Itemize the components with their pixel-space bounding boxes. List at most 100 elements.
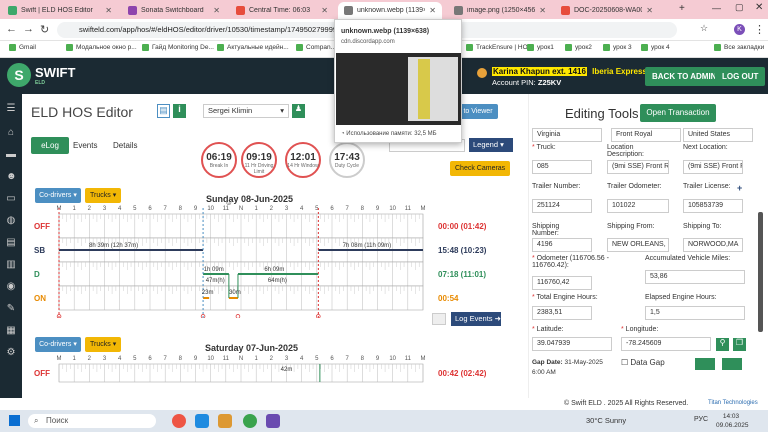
browser-tab[interactable]: image.png (1250×456) ✕	[448, 2, 552, 19]
field-input[interactable]: 2383,51	[532, 306, 592, 320]
add-trailer-icon[interactable]: +	[737, 183, 742, 193]
browser-menu-icon[interactable]: ⋮	[754, 23, 765, 36]
clipboard-icon[interactable]: ▥	[6, 260, 16, 270]
bookmark-item[interactable]: Модальное окно р...	[66, 44, 137, 51]
trucks-dropdown-2[interactable]: Trucks ▾	[85, 337, 122, 352]
location-field[interactable]: United States	[683, 128, 753, 142]
field-input[interactable]: 53,86	[645, 270, 745, 284]
close-tab-icon[interactable]: ✕	[429, 6, 436, 15]
logout-button[interactable]: LOG OUT	[715, 67, 766, 86]
location-field[interactable]: Virginia	[532, 128, 602, 142]
camera-icon[interactable]: ◉	[6, 282, 16, 292]
tab-events[interactable]: Events	[73, 141, 97, 150]
browser-tab[interactable]: unknown.webp (1139×638)✕	[338, 2, 442, 19]
users-icon[interactable]: ☻	[6, 172, 17, 182]
log-events-button[interactable]: Log Events ➜	[451, 312, 501, 326]
field-input[interactable]: NEW ORLEANS, L	[607, 238, 669, 252]
new-tab-icon[interactable]: +	[679, 3, 685, 14]
bookmark-item[interactable]: урок1	[527, 44, 554, 51]
data-gap-checkbox[interactable]: ☐ Data Gap	[621, 358, 665, 367]
reload-icon[interactable]: ↻	[40, 23, 49, 36]
bookmark-item[interactable]: Compan...	[296, 44, 336, 51]
browser-tab[interactable]: Central Time: 06:03 ✕	[230, 2, 334, 19]
trucks-dropdown[interactable]: Trucks ▾	[85, 188, 122, 203]
field-input[interactable]: 101022	[607, 199, 669, 213]
hamburger-icon[interactable]: ☰	[6, 104, 16, 114]
trailer-icon[interactable]: ▭	[6, 194, 16, 204]
field-input[interactable]: 39.047939	[532, 337, 612, 351]
graph-tool-icon[interactable]	[432, 313, 446, 325]
weather[interactable]: 30°C Sunny	[586, 416, 626, 425]
field-input[interactable]: (9mi SSE) Front R	[607, 160, 669, 174]
back-icon[interactable]: ←	[6, 23, 17, 35]
browser-tab[interactable]: DOC-20250608-WA0003.pdf✕	[555, 2, 659, 19]
wrench-icon[interactable]: ✎	[6, 304, 16, 314]
field-input[interactable]: NORWOOD,MA	[683, 238, 743, 252]
gear-icon[interactable]: ⚙	[6, 348, 16, 358]
copy-coords-icon[interactable]: ❐	[733, 338, 746, 351]
close-tab-icon[interactable]: ✕	[321, 6, 328, 15]
hos-graph-day1[interactable]: M1234567891011N1234567891011MOFF00:00 (0…	[22, 202, 528, 318]
tab-elog[interactable]: eLog	[31, 137, 69, 154]
to-viewer-button[interactable]: to Viewer	[458, 104, 498, 119]
field-input[interactable]: 251124	[532, 199, 592, 213]
field-input[interactable]: 116760,42	[532, 276, 592, 290]
bookmark-item[interactable]: Gmail	[9, 44, 36, 51]
close-tab-icon[interactable]: ✕	[105, 6, 112, 15]
bookmark-star-icon[interactable]: ☆	[700, 23, 708, 34]
close-window-icon[interactable]: ✕	[755, 2, 763, 13]
field-input[interactable]: 4196	[532, 238, 592, 252]
map-pin-icon[interactable]: ⚲	[716, 338, 729, 351]
browser-tab[interactable]: Sonata Switchboard ✕	[122, 2, 226, 19]
maximize-icon[interactable]: ▢	[735, 2, 744, 13]
legend-dropdown[interactable]: Legend ▾	[469, 138, 513, 152]
folder-taskbar-icon[interactable]	[218, 414, 232, 428]
paste-button[interactable]	[722, 358, 742, 370]
home-icon[interactable]: ⌂	[6, 128, 16, 138]
browser-tab[interactable]: Swift | ELD HOS Editor ✕	[2, 2, 118, 19]
field-input[interactable]: -78.245609	[621, 337, 711, 351]
bookmark-item[interactable]: Актуальные идейн...	[217, 44, 289, 51]
field-input[interactable]: 1,5	[645, 306, 745, 320]
field-input[interactable]: 085	[532, 160, 592, 174]
back-to-admin-button[interactable]: BACK TO ADMIN	[645, 67, 724, 86]
bookmark-item[interactable]: урок2	[565, 44, 592, 51]
scrollbar[interactable]	[758, 212, 763, 332]
language[interactable]: РУС	[694, 416, 708, 423]
location-field[interactable]: Front Royal	[611, 128, 681, 142]
codrivers-dropdown[interactable]: Co-drivers ▾	[35, 188, 81, 203]
whatsapp-taskbar-icon[interactable]	[243, 414, 257, 428]
bookmark-item[interactable]: урок 4	[641, 44, 670, 51]
open-transaction-button[interactable]: Open Transaction	[640, 104, 716, 122]
field-input[interactable]: 105853739	[683, 199, 743, 213]
profile-avatar[interactable]: K	[734, 24, 745, 35]
bookmark-item[interactable]: Гайд Monitoring De...	[142, 44, 214, 51]
bookmark-item[interactable]: TrackEnsure | HOS	[466, 44, 532, 51]
driver-select[interactable]: Sergei Klimin ▾	[203, 104, 289, 118]
clock[interactable]: 14:03 09.06.2025	[716, 412, 749, 430]
pdf-icon[interactable]: ▤	[157, 104, 170, 118]
copy-button[interactable]	[695, 358, 715, 370]
info-icon[interactable]: i	[173, 104, 186, 118]
field-input[interactable]: (9mi SSE) Front R	[683, 160, 743, 174]
bookmark-item[interactable]: Все закладки	[714, 44, 764, 51]
windows-start-icon[interactable]	[9, 415, 20, 426]
app-taskbar-icon[interactable]	[195, 414, 209, 428]
truck-icon[interactable]: ▬	[6, 150, 16, 160]
codrivers-dropdown-2[interactable]: Co-drivers ▾	[35, 337, 81, 352]
hos-graph-day2[interactable]: M 1 2 3 4 5 6 7 8 9 10 11 N 1 2 3 4 5 6 7 8 9 10 11 M OFF 00:42 (0…	[22, 352, 528, 398]
close-tab-icon[interactable]: ✕	[539, 6, 546, 15]
globe-icon[interactable]: ◍	[6, 216, 16, 226]
chrome-taskbar-icon[interactable]	[172, 414, 186, 428]
bookmark-item[interactable]: урок 3	[603, 44, 632, 51]
driver-profile-icon[interactable]: ♟	[292, 104, 305, 118]
forward-icon[interactable]: →	[23, 23, 34, 35]
teams-taskbar-icon[interactable]	[266, 414, 280, 428]
document-icon[interactable]: ▤	[6, 238, 16, 248]
close-tab-icon[interactable]: ✕	[646, 6, 653, 15]
check-cameras-button[interactable]: Check Cameras	[450, 161, 511, 176]
taskbar-search[interactable]: ⌕ Поиск	[28, 414, 156, 428]
minimize-icon[interactable]: —	[712, 3, 721, 13]
chart-icon[interactable]: ▦	[6, 326, 16, 336]
close-tab-icon[interactable]: ✕	[213, 6, 220, 15]
